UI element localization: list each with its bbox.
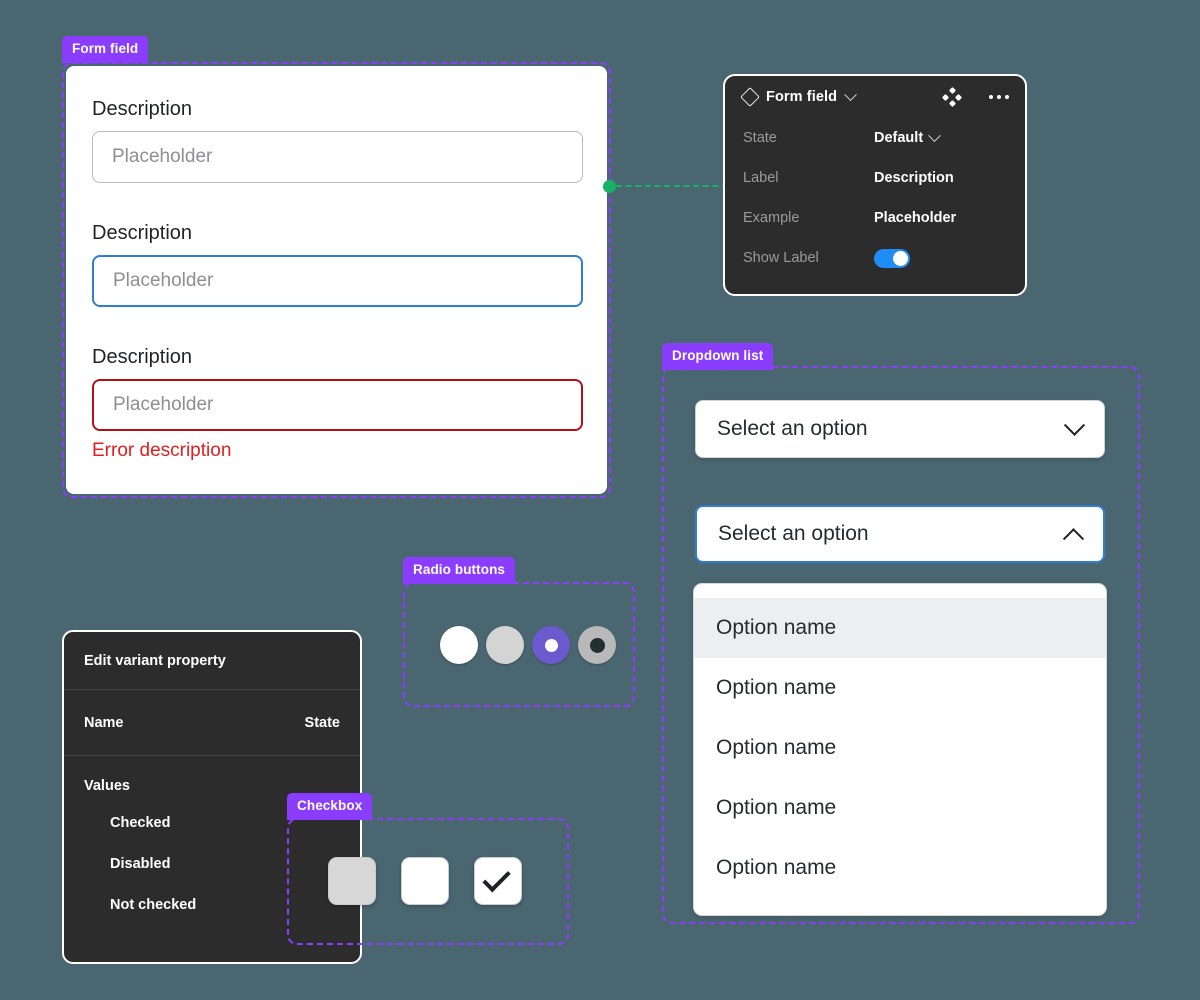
form-field-error: Description Placeholder Error descriptio… (92, 345, 583, 462)
option-list-item[interactable]: Option name (694, 838, 1106, 898)
property-row-show-label[interactable]: Show Label (725, 238, 1025, 278)
field-label: Description (92, 346, 193, 368)
select-closed[interactable]: Select an option (695, 400, 1105, 458)
field-label: Description (92, 222, 193, 244)
form-field-focus: Description Placeholder (92, 221, 583, 307)
checkbox-group (328, 857, 522, 905)
properties-panel-title: Form field (766, 89, 838, 105)
move-icon[interactable] (941, 86, 963, 108)
chevron-up-icon (1062, 527, 1085, 549)
field-placeholder: Placeholder (113, 394, 214, 415)
property-value-select[interactable]: Default (874, 128, 942, 146)
option-list-item[interactable]: Option name (694, 778, 1106, 838)
properties-panel-header: Form field (725, 76, 1025, 118)
field-label: Description (92, 98, 193, 120)
annotation-badge-dropdown-list: Dropdown list (662, 343, 774, 370)
option-list-item[interactable]: Option name (694, 598, 1106, 658)
variant-name-key: Name (84, 714, 124, 731)
chevron-down-icon (1063, 414, 1086, 436)
connector-line (603, 179, 729, 194)
radio-group (440, 626, 616, 664)
property-key: Example (743, 210, 800, 226)
properties-panel: Form field State Default Label Descripti… (723, 74, 1027, 296)
checkbox-checked[interactable] (474, 857, 522, 905)
field-input-focus[interactable]: Placeholder (92, 255, 583, 307)
variant-values-header: Values (84, 778, 130, 794)
canvas: Form field Description Placeholder Descr… (0, 0, 1200, 1000)
property-value-text: Description (874, 170, 954, 186)
show-label-toggle[interactable] (874, 248, 910, 268)
connector-dashed-line (616, 185, 728, 187)
variant-name-row[interactable]: Name State (64, 690, 360, 756)
property-value-text: Default (874, 130, 924, 146)
form-field-card: Description Placeholder Description Plac… (66, 66, 607, 494)
select-value: Select an option (718, 522, 869, 545)
checkbox-disabled (328, 857, 376, 905)
chevron-down-icon[interactable] (844, 87, 857, 101)
checkbox-unchecked[interactable] (401, 857, 449, 905)
ellipsis-icon[interactable] (989, 95, 1009, 99)
property-row-example[interactable]: Example Placeholder (725, 198, 1025, 238)
select-open[interactable]: Select an option (695, 505, 1105, 563)
chevron-down-icon (928, 128, 942, 142)
property-value-text: Placeholder (874, 210, 957, 226)
field-input-default[interactable]: Placeholder (92, 131, 583, 183)
diamond-icon (740, 87, 760, 107)
option-list: Option name Option name Option name Opti… (693, 583, 1107, 916)
annotation-badge-checkbox: Checkbox (287, 793, 373, 820)
form-field-default: Description Placeholder (92, 97, 583, 183)
variant-name-value: State (304, 714, 340, 731)
radio-unchecked[interactable] (440, 626, 478, 664)
field-error-message: Error description (92, 440, 232, 461)
property-key: State (743, 130, 777, 146)
option-list-item[interactable]: Option name (694, 658, 1106, 718)
property-key: Show Label (743, 250, 819, 266)
connector-dot (603, 180, 616, 193)
property-row-state[interactable]: State Default (725, 118, 1025, 158)
annotation-badge-form-field: Form field (62, 36, 149, 63)
select-value: Select an option (717, 417, 868, 440)
check-icon (482, 864, 511, 893)
radio-checked[interactable] (532, 626, 570, 664)
annotation-badge-radio-buttons: Radio buttons (403, 557, 516, 584)
radio-checked-disabled (578, 626, 616, 664)
property-key: Label (743, 170, 779, 186)
field-placeholder: Placeholder (113, 270, 214, 291)
option-list-item[interactable]: Option name (694, 718, 1106, 778)
property-row-label[interactable]: Label Description (725, 158, 1025, 198)
variant-panel-title: Edit variant property (64, 632, 360, 690)
field-input-error[interactable]: Placeholder (92, 379, 583, 431)
field-placeholder: Placeholder (112, 146, 213, 167)
radio-disabled (486, 626, 524, 664)
